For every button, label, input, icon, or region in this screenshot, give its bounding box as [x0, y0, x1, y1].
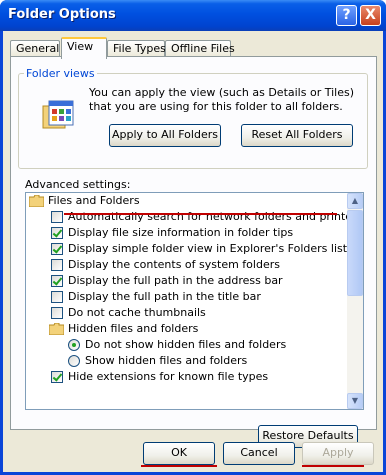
radio-button[interactable]: [68, 339, 80, 351]
list-item[interactable]: Display file size information in folder …: [26, 225, 346, 241]
checkbox[interactable]: [51, 275, 63, 287]
radio-button[interactable]: [68, 355, 80, 367]
checkbox[interactable]: [51, 243, 63, 255]
tab-view[interactable]: View: [61, 37, 107, 59]
option-label: Do not show hidden files and folders: [85, 338, 287, 351]
option-label: Display simple folder view in Explorer's…: [68, 242, 348, 255]
scrollbar-thumb[interactable]: [347, 210, 363, 296]
apply-button-underline: [302, 465, 364, 467]
list-item[interactable]: Automatically search for network folders…: [26, 209, 362, 225]
apply-button[interactable]: Apply: [302, 442, 374, 465]
help-button[interactable]: ?: [336, 5, 357, 26]
list-item[interactable]: Display the full path in the title bar: [26, 289, 346, 305]
folder-views-group: Folder views You can apply the view (suc…: [18, 67, 368, 169]
apply-to-all-folders-button[interactable]: Apply to All Folders: [109, 124, 221, 147]
cancel-button[interactable]: Cancel: [223, 442, 295, 465]
close-button[interactable]: X: [360, 5, 381, 26]
advanced-settings-list[interactable]: Files and Folders Automatically search f…: [25, 192, 364, 410]
tab-offline-files[interactable]: Offline Files: [165, 40, 235, 57]
list-item[interactable]: Do not cache thumbnails: [26, 305, 346, 321]
list-item[interactable]: Display simple folder view in Explorer's…: [26, 241, 348, 257]
reset-all-folders-button[interactable]: Reset All Folders: [241, 124, 353, 147]
checkbox[interactable]: [51, 371, 63, 383]
list-item[interactable]: Display the contents of system folders: [26, 257, 346, 273]
checkbox[interactable]: [51, 291, 63, 303]
folder-icon: [49, 323, 64, 335]
option-label: Display the contents of system folders: [68, 258, 280, 271]
folder-views-description: You can apply the view (such as Details …: [89, 86, 354, 113]
view-tab-panel: Folder views You can apply the view (suc…: [10, 56, 377, 448]
list-item[interactable]: Display the full path in the address bar: [26, 273, 346, 289]
scroll-down-arrow-icon[interactable]: ▼: [347, 393, 363, 409]
option-label: Show hidden files and folders: [85, 354, 248, 367]
checkbox[interactable]: [51, 307, 63, 319]
checkbox[interactable]: [51, 211, 63, 223]
checkbox[interactable]: [51, 227, 63, 239]
ok-button-underline: [141, 465, 217, 467]
title-bar[interactable]: Folder Options ? X: [0, 0, 386, 31]
folder-icon: [29, 195, 44, 207]
tab-file-types[interactable]: File Types: [107, 40, 166, 57]
list-item: Files and Folders: [26, 193, 346, 209]
tree-label-files-and-folders: Files and Folders: [48, 194, 140, 207]
option-label: Automatically search for network folders…: [68, 210, 363, 223]
network-search-option-underline: [64, 213, 337, 215]
option-label: Hide extensions for known file types: [68, 370, 269, 383]
checkbox[interactable]: [51, 259, 63, 271]
option-label: Do not cache thumbnails: [68, 306, 206, 319]
vertical-scrollbar[interactable]: ▲ ▼: [347, 193, 363, 409]
advanced-settings-label: Advanced settings:: [25, 178, 131, 191]
window-title: Folder Options: [8, 7, 116, 22]
option-label: Display the full path in the address bar: [68, 274, 283, 287]
list-item[interactable]: Show hidden files and folders: [26, 353, 346, 369]
folder-options-window: Folder Options ? X General View File Typ…: [0, 0, 386, 475]
option-label: Display the full path in the title bar: [68, 290, 261, 303]
folder-views-icon: [42, 100, 74, 129]
dialog-body: General View File Types Offline Files Fo…: [3, 31, 383, 472]
scroll-up-arrow-icon[interactable]: ▲: [347, 193, 363, 209]
folder-views-label: Folder views: [24, 67, 97, 80]
tree-label-hidden-files: Hidden files and folders: [68, 322, 199, 335]
tab-general[interactable]: General: [10, 40, 60, 57]
option-label: Display file size information in folder …: [68, 226, 294, 239]
list-item: Hidden files and folders: [26, 321, 346, 337]
list-item[interactable]: Do not show hidden files and folders: [26, 337, 346, 353]
ok-button[interactable]: OK: [143, 442, 215, 465]
list-item[interactable]: Hide extensions for known file types: [26, 369, 346, 385]
